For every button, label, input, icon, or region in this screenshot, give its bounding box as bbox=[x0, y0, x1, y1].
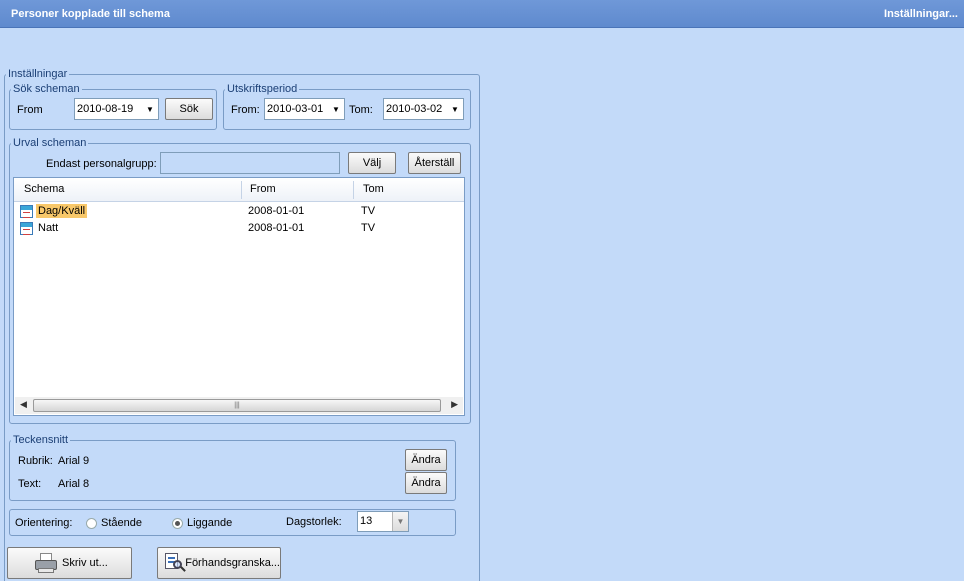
printer-icon bbox=[34, 552, 58, 574]
search-from-date-value: 2010-08-19 bbox=[77, 103, 134, 115]
staff-group-field[interactable] bbox=[160, 152, 340, 174]
print-from-date-picker[interactable]: 2010-03-01 ▼ bbox=[264, 98, 345, 120]
print-to-date-picker[interactable]: 2010-03-02 ▼ bbox=[383, 98, 464, 120]
change-text-font-button[interactable]: Ändra bbox=[405, 472, 447, 494]
choose-button[interactable]: Välj bbox=[348, 152, 396, 174]
text-font-value: Arial 8 bbox=[58, 478, 90, 490]
chevron-down-icon[interactable]: ▼ bbox=[392, 512, 408, 531]
window-title: Personer kopplade till schema bbox=[11, 8, 170, 20]
search-from-label: From bbox=[17, 104, 43, 116]
settings-link[interactable]: Inställningar... bbox=[884, 8, 958, 20]
heading-font-label: Rubrik: bbox=[18, 455, 53, 467]
heading-font-value: Arial 9 bbox=[58, 455, 90, 467]
schema-cell: Dag/Kväll bbox=[20, 204, 88, 218]
text-font-label: Text: bbox=[18, 478, 42, 490]
landscape-label[interactable]: Liggande bbox=[187, 517, 232, 529]
table-row[interactable]: Dag/Kväll 2008-01-01 TV bbox=[14, 203, 464, 220]
day-size-select[interactable]: 13 ▼ bbox=[357, 511, 409, 532]
scrollbar-thumb[interactable]: ||| bbox=[33, 399, 441, 412]
scroll-left-icon[interactable]: ◀ bbox=[20, 399, 27, 410]
font-legend: Teckensnitt bbox=[13, 434, 69, 446]
chevron-down-icon[interactable]: ▼ bbox=[328, 99, 344, 119]
column-header-from[interactable]: From bbox=[250, 183, 276, 195]
search-button[interactable]: Sök bbox=[165, 98, 213, 120]
schema-cell: Natt bbox=[20, 221, 60, 235]
schedule-table[interactable]: Schema From Tom Dag/Kväll 2008-01-01 TV … bbox=[13, 177, 465, 416]
font-group: Teckensnitt bbox=[9, 434, 456, 501]
column-divider[interactable] bbox=[241, 181, 242, 199]
column-divider[interactable] bbox=[353, 181, 354, 199]
tom-cell: TV bbox=[361, 222, 376, 234]
change-heading-font-button[interactable]: Ändra bbox=[405, 449, 447, 471]
print-preview-button[interactable]: Förhandsgranska... bbox=[157, 547, 281, 579]
chevron-down-icon[interactable]: ▼ bbox=[142, 99, 158, 119]
print-to-label: Tom: bbox=[349, 104, 373, 116]
print-button[interactable]: Skriv ut... bbox=[7, 547, 132, 579]
portrait-label[interactable]: Stående bbox=[101, 517, 142, 529]
from-cell: 2008-01-01 bbox=[248, 205, 305, 217]
schema-name: Dag/Kväll bbox=[36, 204, 88, 218]
print-to-date-value: 2010-03-02 bbox=[386, 103, 443, 115]
calendar-icon bbox=[20, 221, 33, 235]
print-preview-button-label: Förhandsgranska... bbox=[185, 557, 280, 569]
orientation-label: Orientering: bbox=[15, 517, 73, 529]
settings-legend: Inställningar bbox=[8, 68, 68, 80]
calendar-icon bbox=[20, 204, 33, 218]
print-button-label: Skriv ut... bbox=[62, 557, 108, 569]
tom-cell: TV bbox=[361, 205, 376, 217]
table-row[interactable]: Natt 2008-01-01 TV bbox=[14, 220, 464, 237]
day-size-value: 13 bbox=[360, 515, 373, 527]
print-preview-icon bbox=[163, 552, 186, 574]
print-from-label: From: bbox=[231, 104, 260, 116]
scroll-right-icon[interactable]: ▶ bbox=[451, 399, 458, 410]
column-header-schema[interactable]: Schema bbox=[24, 183, 64, 195]
title-bar: Personer kopplade till schema Inställnin… bbox=[0, 0, 964, 28]
print-from-date-value: 2010-03-01 bbox=[267, 103, 324, 115]
from-cell: 2008-01-01 bbox=[248, 222, 305, 234]
print-period-legend: Utskriftsperiod bbox=[227, 83, 298, 95]
column-header-tom[interactable]: Tom bbox=[363, 183, 384, 195]
reset-button[interactable]: Återställ bbox=[408, 152, 461, 174]
horizontal-scrollbar[interactable]: ◀ ||| ▶ bbox=[15, 397, 463, 414]
search-schedules-legend: Sök scheman bbox=[13, 83, 80, 95]
table-header: Schema From Tom bbox=[14, 178, 464, 202]
portrait-radio[interactable] bbox=[86, 518, 97, 529]
search-from-date-picker[interactable]: 2010-08-19 ▼ bbox=[74, 98, 159, 120]
chevron-down-icon[interactable]: ▼ bbox=[447, 99, 463, 119]
schedule-selection-legend: Urval scheman bbox=[13, 137, 87, 149]
staff-group-label: Endast personalgrupp: bbox=[46, 158, 157, 170]
schema-name: Natt bbox=[38, 222, 59, 234]
landscape-radio[interactable] bbox=[172, 518, 183, 529]
day-size-label: Dagstorlek: bbox=[286, 516, 342, 528]
